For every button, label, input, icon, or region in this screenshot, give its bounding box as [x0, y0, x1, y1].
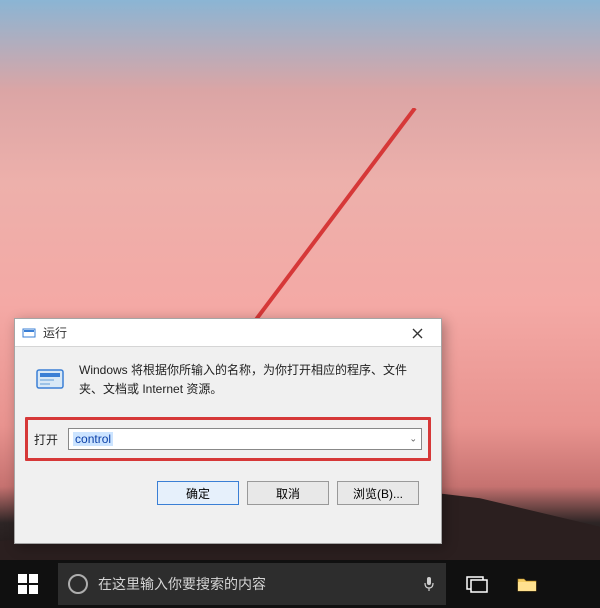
open-input-value[interactable]: control [73, 432, 113, 446]
start-button[interactable] [0, 560, 56, 608]
cancel-button[interactable]: 取消 [247, 481, 329, 505]
dialog-description: Windows 将根据你所输入的名称，为你打开相应的程序、文件夹、文档或 Int… [79, 361, 423, 399]
open-combobox[interactable]: control ⌄ [68, 428, 422, 450]
search-box[interactable]: 在这里输入你要搜索的内容 [58, 563, 446, 605]
browse-button[interactable]: 浏览(B)... [337, 481, 419, 505]
dialog-title: 运行 [43, 324, 67, 341]
taskbar: 在这里输入你要搜索的内容 [0, 560, 600, 608]
run-dialog-icon [21, 325, 37, 341]
input-highlight-box: 打开 control ⌄ [25, 417, 431, 461]
microphone-icon[interactable] [422, 575, 436, 593]
open-label: 打开 [34, 431, 58, 448]
file-explorer-icon[interactable] [504, 560, 550, 608]
task-view-icon[interactable] [454, 560, 500, 608]
cortana-icon[interactable] [68, 574, 88, 594]
titlebar[interactable]: 运行 [15, 319, 441, 347]
ok-button[interactable]: 确定 [157, 481, 239, 505]
run-large-icon [33, 363, 67, 397]
close-button[interactable] [397, 321, 437, 345]
chevron-down-icon[interactable]: ⌄ [409, 434, 417, 445]
run-dialog: 运行 Windows 将根据你所输入的名称，为你打开相应的程序、文件夹、文档或 … [14, 318, 442, 544]
search-placeholder: 在这里输入你要搜索的内容 [98, 574, 412, 594]
